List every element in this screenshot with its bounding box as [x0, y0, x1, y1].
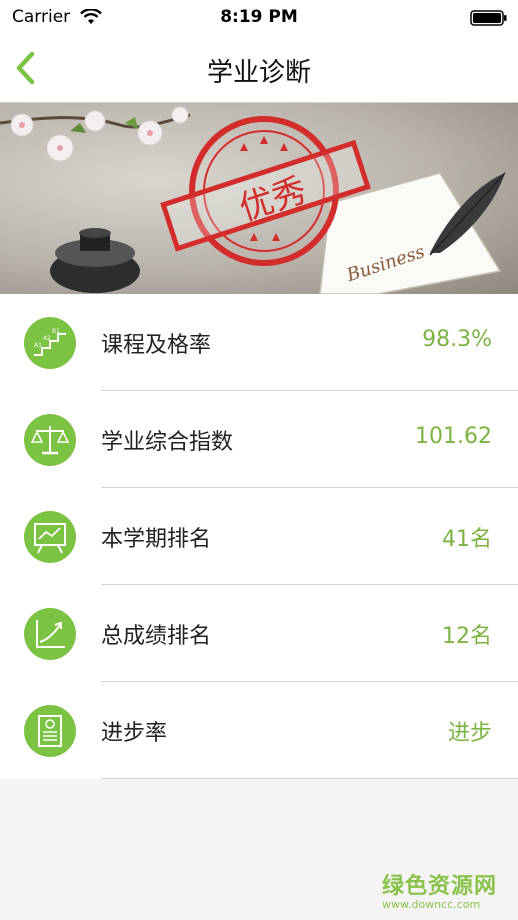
excellent-stamp-illustration: Business 优秀 [0, 106, 506, 294]
item-value: 41名 [442, 527, 492, 552]
stairs-icon: A1 A2 B1 [24, 317, 76, 369]
list-item-semester-rank[interactable]: 本学期排名 41名 [0, 488, 518, 585]
scale-icon [24, 414, 76, 466]
list-item-progress-rate[interactable]: 进步率 进步 [0, 682, 518, 779]
item-value: 12名 [442, 624, 492, 649]
divider [101, 778, 518, 779]
diagnosis-list: A1 A2 B1 课程及格率 98.3% 学业综合指数 101.62 本学期排名… [0, 294, 518, 779]
item-label: 学业综合指数 [101, 430, 234, 455]
item-value: 101.62 [415, 424, 492, 449]
growth-chart-icon [24, 608, 76, 660]
site-watermark: 绿色资源网 www.downcc.com [382, 868, 502, 911]
page-title: 学业诊断 [206, 58, 311, 88]
item-label: 本学期排名 [101, 527, 212, 552]
item-value: 进步 [447, 721, 492, 746]
item-label: 课程及格率 [101, 333, 212, 358]
item-label: 总成绩排名 [101, 624, 212, 649]
report-card-icon [24, 705, 76, 757]
status-bar: Carrier 8:19 PM [0, 0, 518, 36]
battery-icon [470, 10, 508, 26]
presentation-board-icon [24, 511, 76, 563]
clock: 8:19 PM [220, 7, 298, 27]
svg-text:A2: A2 [43, 335, 51, 342]
nav-bar: 学业诊断 [0, 36, 518, 103]
list-item-total-rank[interactable]: 总成绩排名 12名 [0, 585, 518, 682]
list-item-composite-index[interactable]: 学业综合指数 101.62 [0, 391, 518, 488]
watermark-title: 绿色资源网 [382, 874, 498, 899]
item-label: 进步率 [101, 721, 168, 746]
banner-image: Business 优秀 [0, 103, 518, 294]
svg-text:B1: B1 [52, 328, 60, 335]
item-value: 98.3% [422, 327, 492, 352]
svg-text:A1: A1 [34, 342, 42, 349]
list-item-pass-rate[interactable]: A1 A2 B1 课程及格率 98.3% [0, 294, 518, 391]
